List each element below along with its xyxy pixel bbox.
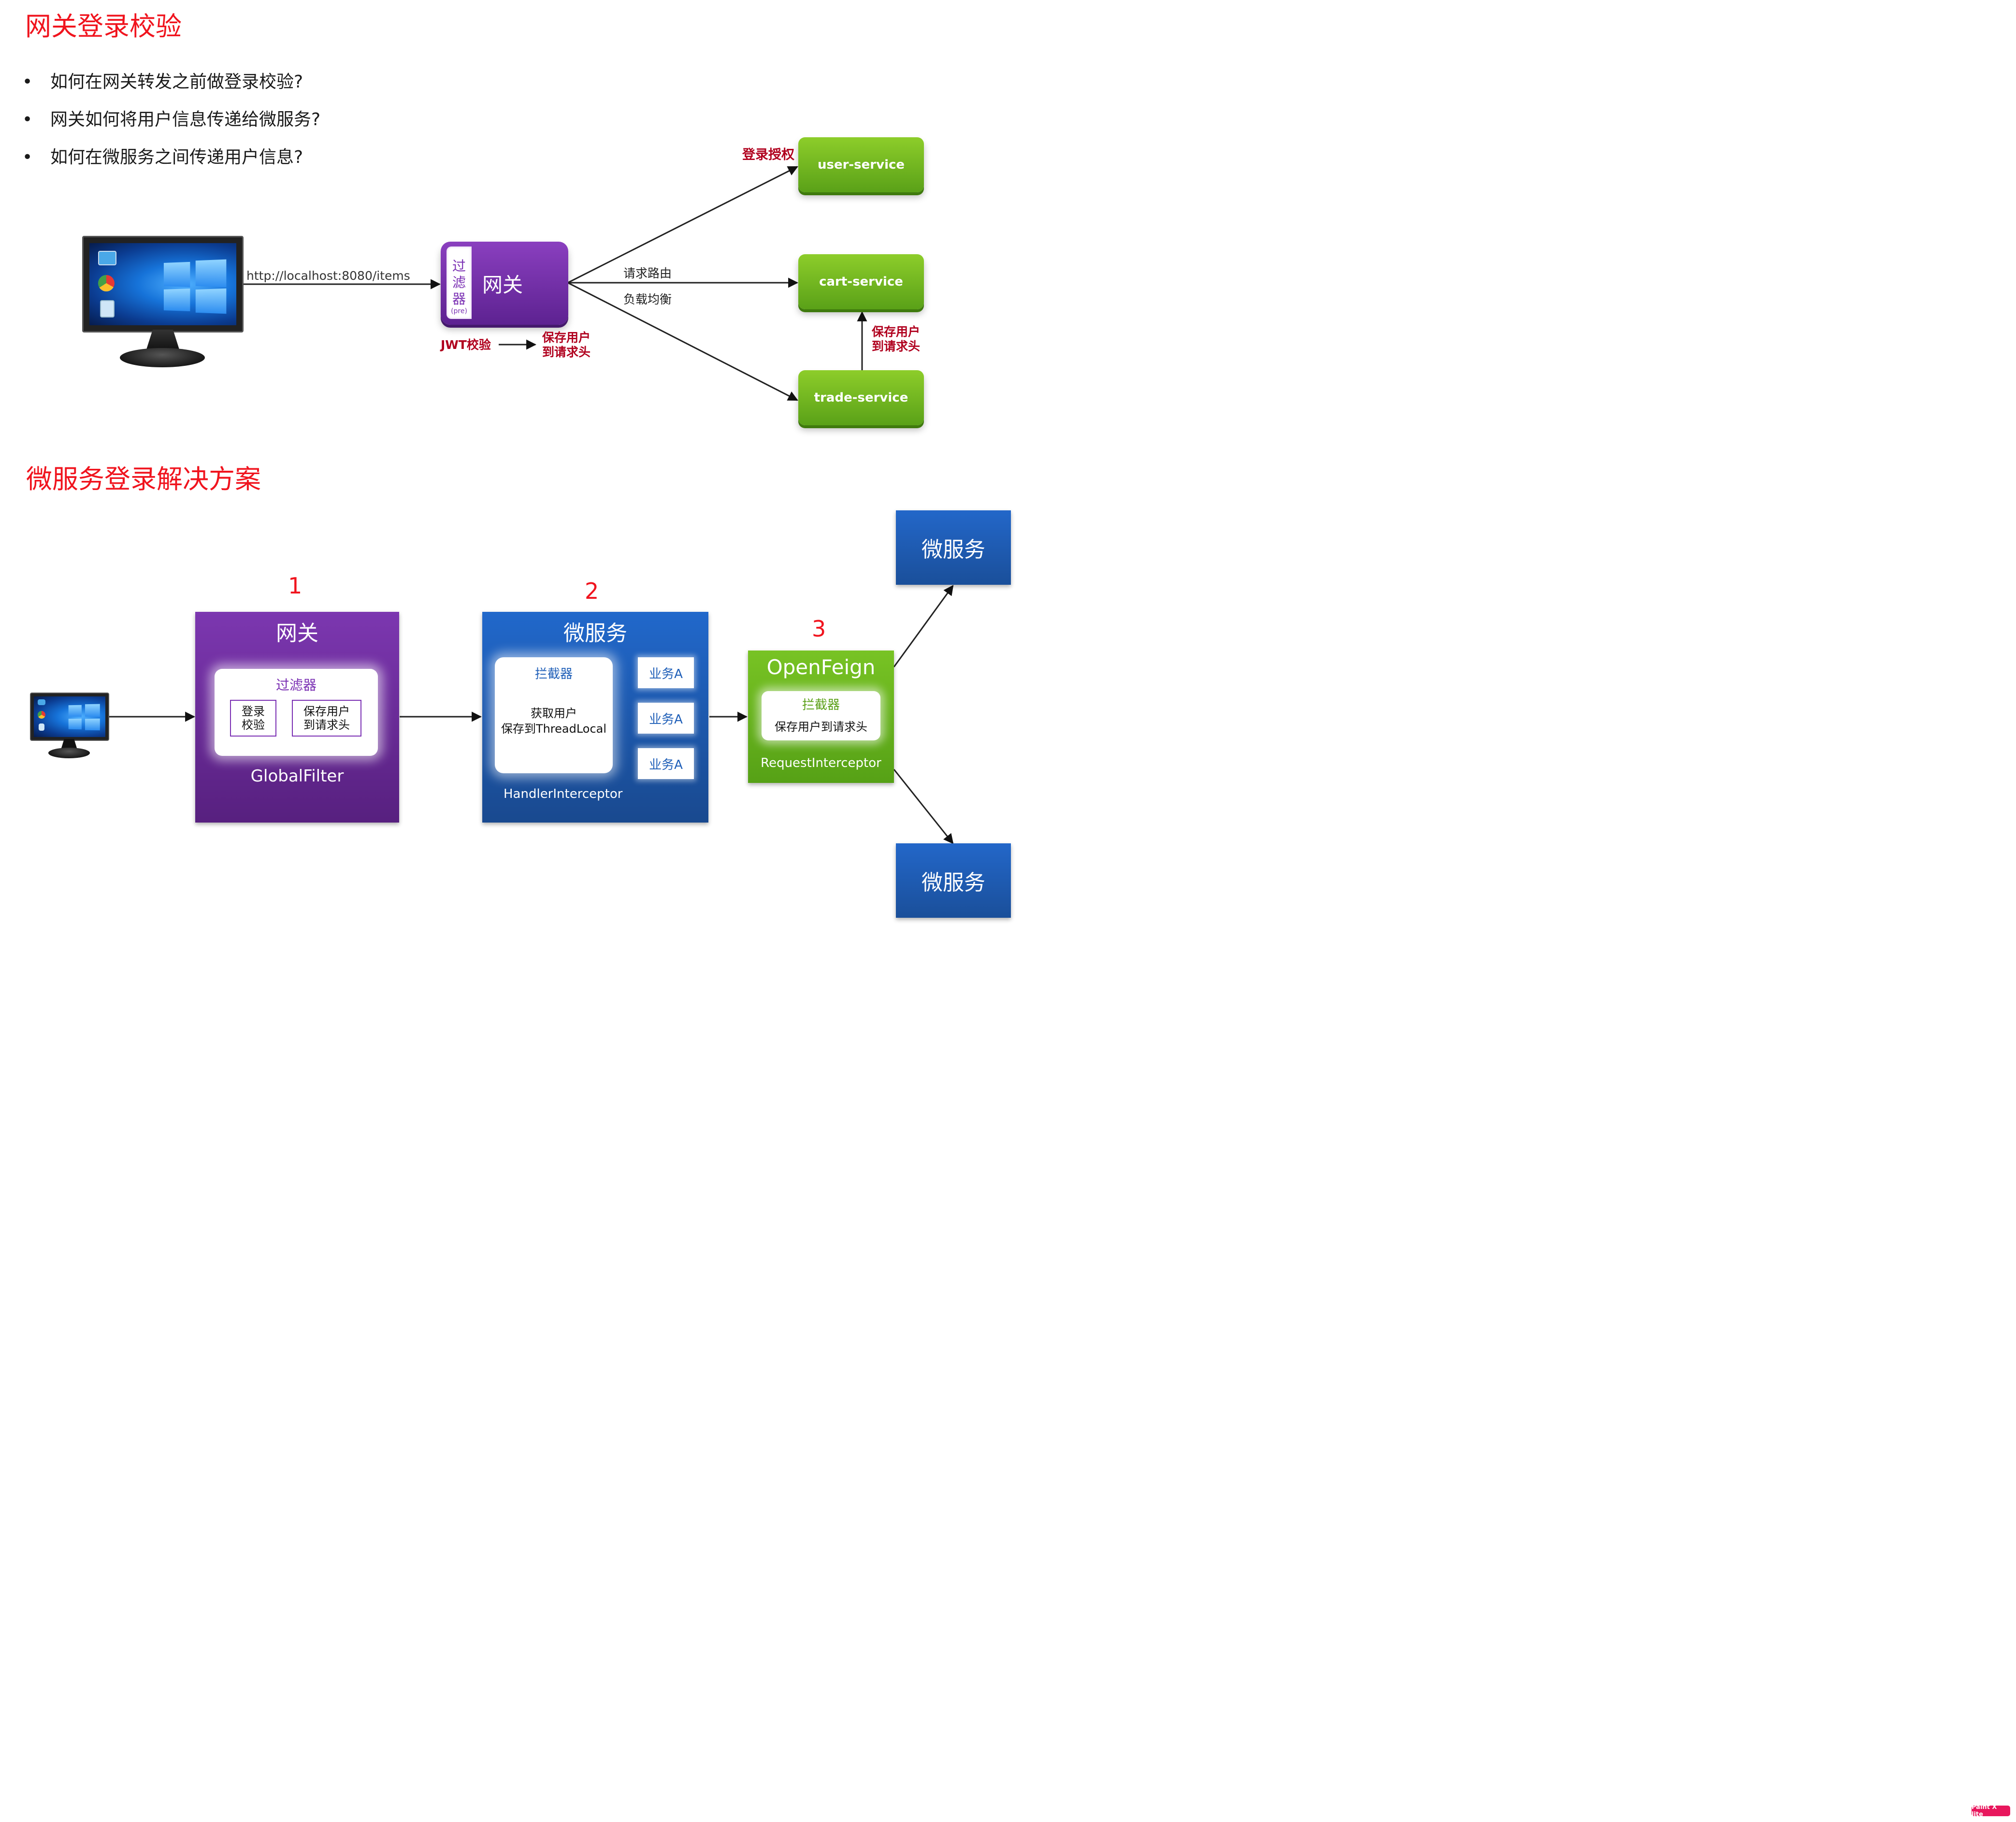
jwt-label: JWT校验 [441, 338, 491, 352]
global-filter-label: GlobalFilter [250, 766, 344, 786]
microservice-block: 微服务 拦截器 获取用户 保存到ThreadLocal 业务A 业务A 业务A … [482, 612, 708, 823]
gateway-block: 网关 过滤器 登录 校验 保存用户 到请求头 GlobalFilter [195, 612, 399, 823]
filter-strip: 过滤器 (pre) [446, 246, 472, 319]
url-label: http://localhost:8080/items [246, 269, 410, 283]
openfeign-interceptor-body: 保存用户到请求头 [775, 720, 867, 734]
section2-title: 微服务登录解决方案 [26, 464, 261, 494]
target-microservice-label: 微服务 [922, 870, 985, 895]
paint-x-lite-watermark: Paint X lite [1972, 1804, 2010, 1818]
filter-label: 过滤器 [452, 258, 466, 307]
business-a-box: 业务A [638, 703, 694, 734]
user-service-label: user-service [817, 158, 905, 172]
save-user-header-label-2: 保存用户 到请求头 [872, 325, 921, 353]
cart-service-box: cart-service [798, 254, 924, 309]
load-balance-label: 负载均衡 [623, 292, 672, 306]
target-microservice-box: 微服务 [896, 510, 1011, 585]
trade-service-box: trade-service [798, 370, 924, 425]
interceptor-panel: 拦截器 获取用户 保存到ThreadLocal [495, 657, 613, 773]
target-microservice-box: 微服务 [896, 843, 1011, 918]
microservice-block-title: 微服务 [563, 621, 627, 646]
filter-panel: 过滤器 登录 校验 保存用户 到请求头 [215, 669, 378, 756]
business-a-box: 业务A [638, 657, 694, 688]
interceptor-panel-title: 拦截器 [534, 667, 573, 681]
target-microservice-label: 微服务 [922, 537, 985, 562]
openfeign-block: OpenFeign 拦截器 保存用户到请求头 RequestIntercepto… [748, 651, 894, 783]
login-auth-label: 登录授权 [742, 147, 794, 162]
handler-interceptor-label: HandlerInterceptor [504, 787, 623, 801]
save-user-box: 保存用户 到请求头 [292, 700, 361, 737]
gateway-label: 网关 [482, 273, 523, 297]
user-service-box: user-service [798, 137, 924, 192]
save-user-header-label: 保存用户 到请求头 [542, 331, 591, 359]
interceptor-panel-body: 获取用户 保存到ThreadLocal [501, 707, 607, 736]
cart-service-label: cart-service [819, 275, 903, 289]
request-interceptor-label: RequestInterceptor [761, 756, 881, 770]
step-number-1: 1 [288, 573, 302, 599]
filter-panel-title: 过滤器 [275, 677, 317, 693]
gateway-block-title: 网关 [276, 621, 318, 646]
step-number-3: 3 [812, 616, 826, 642]
filter-pre-label: (pre) [451, 307, 467, 315]
openfeign-interceptor-panel: 拦截器 保存用户到请求头 [762, 691, 880, 740]
computer-monitor-icon [82, 236, 244, 369]
business-a-box: 业务A [638, 748, 694, 779]
step-number-2: 2 [585, 578, 599, 604]
openfeign-interceptor-title: 拦截器 [802, 698, 840, 712]
route-label: 请求路由 [623, 266, 672, 280]
computer-monitor-icon [30, 693, 109, 760]
openfeign-block-title: OpenFeign [766, 655, 876, 679]
gateway-box: 过滤器 (pre) 网关 [441, 242, 568, 325]
trade-service-label: trade-service [814, 390, 908, 405]
login-check-box: 登录 校验 [230, 700, 276, 737]
